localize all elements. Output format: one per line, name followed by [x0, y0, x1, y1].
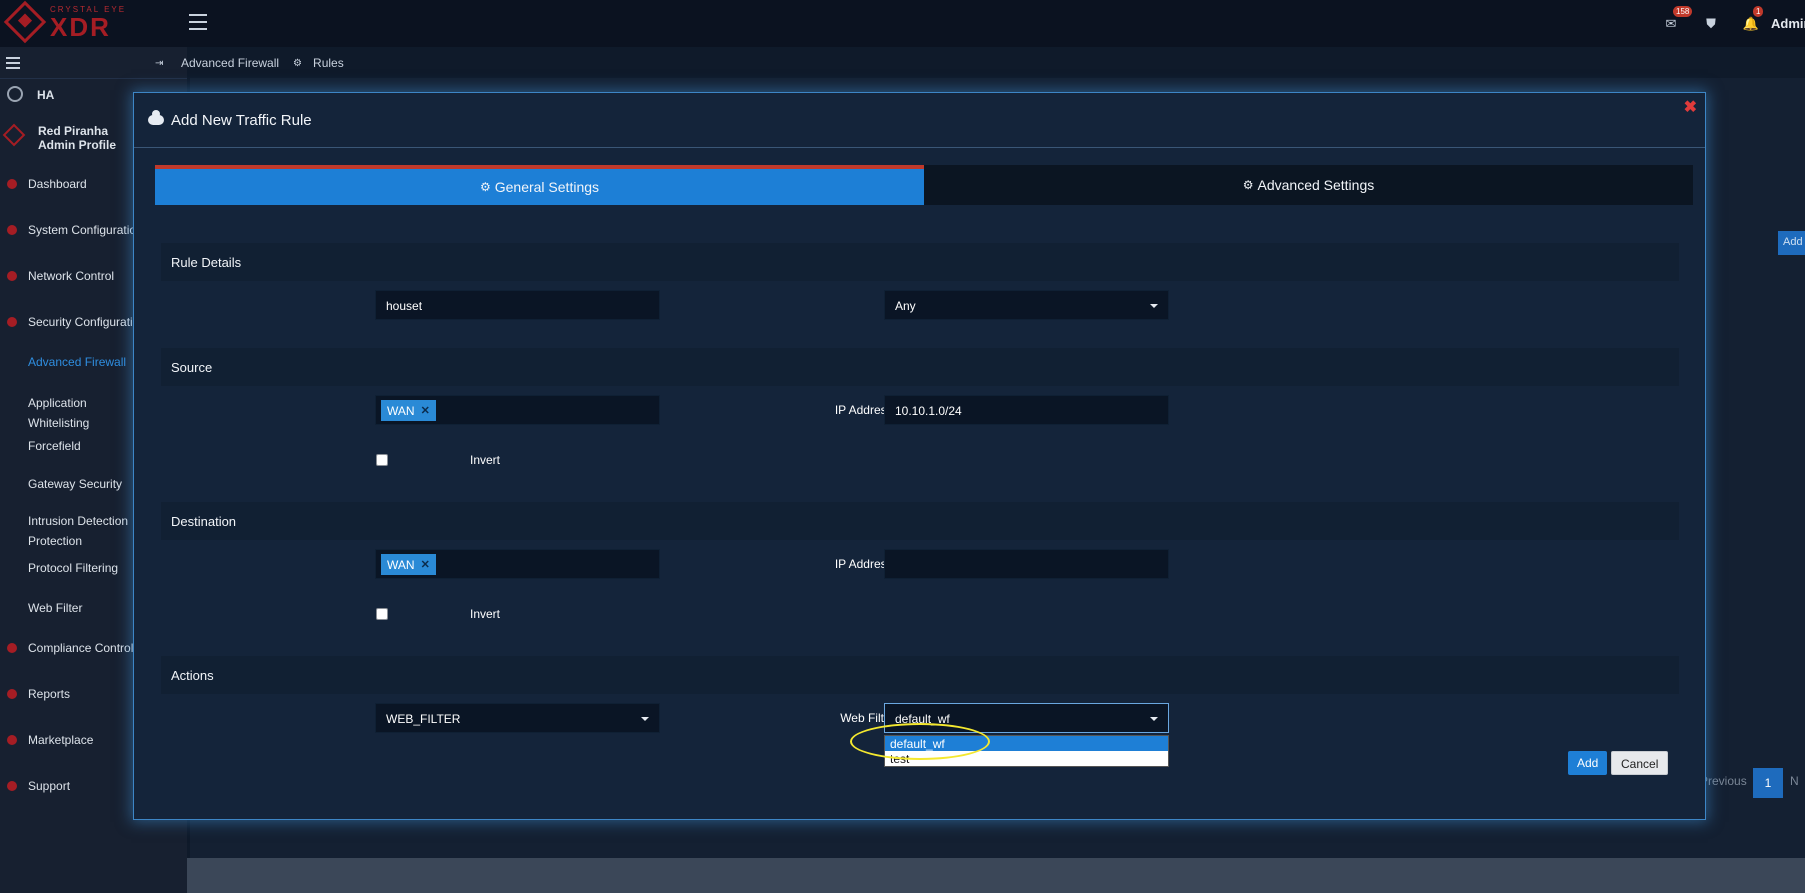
security-icon: [7, 317, 17, 327]
tab-advanced-settings[interactable]: ⚙ Advanced Settings: [924, 165, 1693, 205]
sidebar-subitem-application-whitelisting[interactable]: Application Whitelisting: [0, 385, 120, 430]
compliance-icon: [7, 643, 17, 653]
breadcrumb-rules[interactable]: Rules: [313, 56, 344, 70]
user-menu[interactable]: Admin: [1771, 16, 1805, 31]
gears-icon: ⚙: [1242, 178, 1254, 192]
source-zones-input[interactable]: WAN ✕: [375, 395, 660, 425]
sidebar-item-label: Security Configuration: [28, 315, 147, 329]
tab-label: General Settings: [494, 179, 600, 195]
modal-tabs: ⚙ General Settings ⚙ Advanced Settings: [155, 165, 1693, 205]
target-select[interactable]: WEB_FILTER: [375, 703, 660, 733]
section-destination: Destination: [161, 502, 1679, 540]
logo-mark-icon: [3, 0, 47, 44]
section-source: Source: [161, 348, 1679, 386]
sidebar-item-label: Network Control: [28, 269, 115, 283]
section-rule-details: Rule Details: [161, 243, 1679, 281]
destination-invert-checkbox[interactable]: [376, 608, 388, 620]
support-icon: [7, 781, 17, 791]
background-add-button[interactable]: Add: [1778, 231, 1805, 255]
pagination-page-1[interactable]: 1: [1753, 768, 1783, 798]
bell-icon[interactable]: 🔔 1: [1731, 5, 1771, 32]
marketplace-icon: [7, 735, 17, 745]
pagination-next[interactable]: N: [1790, 774, 1799, 788]
breadcrumb: ⇥ Advanced Firewall ⚙ Rules: [155, 47, 344, 79]
profile-logo-icon: [2, 123, 26, 147]
system-icon: [7, 225, 17, 235]
dashboard-icon: [7, 179, 17, 189]
crystal-eye-logo[interactable]: CRYSTAL EYE XDR: [3, 0, 154, 44]
protocol-select[interactable]: Any: [884, 290, 1169, 320]
remove-tag-icon[interactable]: ✕: [421, 404, 430, 417]
tab-general-settings[interactable]: ⚙ General Settings: [155, 165, 924, 205]
sign-in-icon: ⇥: [155, 57, 164, 69]
sidebar-item-label: Support: [28, 779, 71, 793]
destination-zones-input[interactable]: WAN ✕: [375, 549, 660, 579]
description-input[interactable]: houset: [375, 290, 660, 320]
zone-tag-label: WAN: [387, 403, 415, 418]
power-icon: [7, 86, 23, 102]
top-bar: CRYSTAL EYE XDR ✉158 ⛊ 🔔1 Admin: [0, 0, 1805, 47]
brand-big: XDR: [50, 11, 111, 42]
annotation-highlight: [850, 723, 990, 760]
add-button[interactable]: Add: [1568, 751, 1608, 775]
mail-badge: 158: [1673, 5, 1693, 17]
close-icon[interactable]: ✖: [1684, 97, 1697, 117]
breadcrumb-advanced-firewall[interactable]: Advanced Firewall: [181, 56, 279, 70]
ha-label: HA: [37, 88, 55, 102]
source-invert-checkbox[interactable]: [376, 454, 388, 466]
section-actions: Actions: [161, 656, 1679, 694]
source-ip-input[interactable]: 10.10.1.0/24: [884, 395, 1169, 425]
add-traffic-rule-modal: Add New Traffic Rule ✖ ⚙ General Settings…: [133, 92, 1706, 820]
sidebar-item-label: Marketplace: [28, 733, 94, 747]
gear-icon: ⚙: [293, 57, 303, 69]
cancel-button[interactable]: Cancel: [1611, 751, 1669, 775]
sidebar-item-label: Dashboard: [28, 177, 87, 191]
destination-invert-label: Invert: [469, 607, 500, 621]
hamburger-icon: [6, 57, 20, 69]
modal-title: Add New Traffic Rule: [171, 111, 312, 129]
tab-label: Advanced Settings: [1257, 177, 1375, 193]
shield-icon[interactable]: ⛊: [1691, 16, 1731, 32]
zone-tag-label: WAN: [387, 557, 415, 572]
sidebar-item-label: Compliance Control: [28, 641, 134, 655]
pagination-previous[interactable]: Previous: [1700, 774, 1747, 788]
zone-tag-wan: WAN ✕: [381, 554, 436, 575]
zone-tag-wan: WAN ✕: [381, 400, 436, 421]
mail-icon[interactable]: ✉ 158: [1651, 5, 1693, 32]
notification-badge: 1: [1753, 5, 1764, 17]
page-footer: [187, 858, 1805, 893]
destination-ip-input[interactable]: [884, 549, 1169, 579]
sidebar-item-label: System Configuration: [28, 223, 143, 237]
reports-icon: [7, 689, 17, 699]
network-icon: [7, 271, 17, 281]
cloud-icon: [148, 110, 164, 125]
sidebar-subitem-intrusion-detection[interactable]: Intrusion Detection Protection: [0, 505, 140, 548]
modal-header: Add New Traffic Rule: [134, 93, 1705, 148]
remove-tag-icon[interactable]: ✕: [421, 558, 430, 571]
sidebar-item-label: Reports: [28, 687, 71, 701]
source-invert-label: Invert: [469, 453, 500, 467]
menu-toggle-icon[interactable]: [189, 14, 207, 30]
gear-icon: ⚙: [479, 180, 491, 194]
